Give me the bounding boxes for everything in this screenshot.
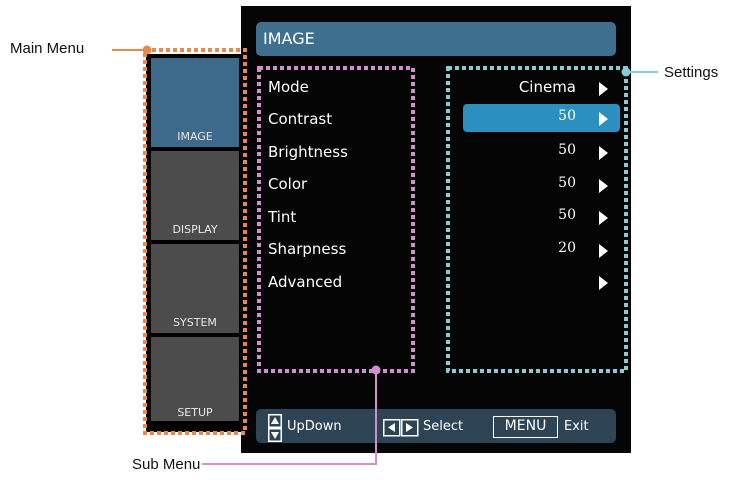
callout-annotations <box>112 45 658 465</box>
sub-menu-outline <box>257 66 415 373</box>
settings-leader-dot <box>621 67 631 77</box>
main-menu-outline <box>143 48 247 435</box>
sub-menu-leader-line <box>202 369 377 465</box>
settings-outline <box>446 66 628 373</box>
main-menu-leader-dot <box>142 45 152 55</box>
sub-menu-leader-dot <box>371 365 381 375</box>
